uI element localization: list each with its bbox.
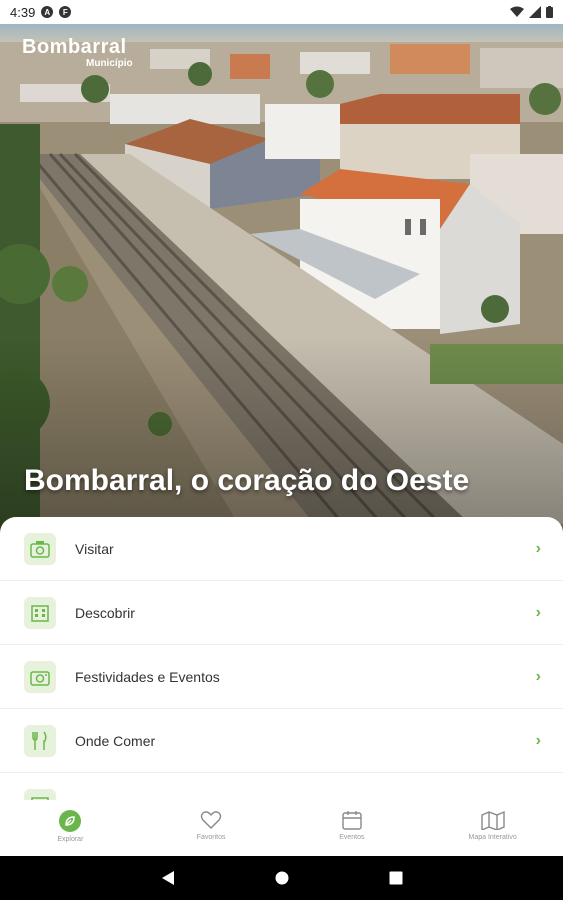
- signal-icon: [529, 6, 541, 18]
- menu-item-label: Descobrir: [75, 604, 135, 621]
- nav-explorar[interactable]: Explorar: [0, 800, 141, 856]
- battery-icon: [546, 6, 553, 18]
- nav-label: Favoritos: [196, 834, 226, 841]
- wifi-icon: [510, 6, 524, 17]
- heart-icon: [200, 811, 222, 829]
- chevron-right-icon: ›: [535, 731, 541, 749]
- hero-title: Bombarral, o coração do Oeste: [24, 464, 470, 497]
- menu-item-label: Festividades e Eventos: [75, 668, 220, 685]
- photo-camera-icon: [24, 532, 56, 565]
- menu-item-visitar[interactable]: Visitar ›: [0, 517, 563, 581]
- nav-label: Eventos: [339, 834, 365, 841]
- building-icon: [24, 596, 56, 629]
- menu-item-festividades[interactable]: Festividades e Eventos ›: [0, 645, 563, 709]
- hero-banner: Bombarral Município Bombarral, o coração…: [0, 24, 563, 544]
- bottom-navigation: Explorar Favoritos Eventos Mapa Interati…: [0, 800, 563, 856]
- municipality-logo: Bombarral Município: [22, 36, 133, 69]
- camera-icon: [24, 660, 56, 693]
- nav-mapa-interativo[interactable]: Mapa Interativo: [422, 800, 563, 856]
- nav-eventos[interactable]: Eventos: [282, 800, 423, 856]
- menu-item-onde-comer[interactable]: Onde Comer ›: [0, 709, 563, 773]
- calendar-icon: [342, 811, 362, 830]
- logo-brand: Bombarral: [22, 36, 127, 58]
- menu-item-label: Visitar: [75, 540, 114, 557]
- back-icon[interactable]: [161, 870, 175, 886]
- nav-label: Explorar: [57, 836, 84, 843]
- status-time: 4:39: [10, 4, 36, 20]
- menu-list: Visitar › Descobrir › Festividades e Eve…: [0, 517, 563, 817]
- notification-icon: A: [41, 6, 54, 18]
- nav-label: Mapa Interativo: [468, 834, 517, 841]
- menu-item-descobrir[interactable]: Descobrir ›: [0, 581, 563, 645]
- chevron-right-icon: ›: [535, 539, 541, 557]
- chevron-right-icon: ›: [535, 603, 541, 621]
- system-navigation-bar: [0, 856, 563, 900]
- nav-favoritos[interactable]: Favoritos: [141, 800, 282, 856]
- notification-icon: F: [59, 6, 72, 18]
- status-bar: 4:39 A F: [0, 0, 563, 24]
- recents-icon[interactable]: [389, 871, 403, 885]
- map-icon: [480, 810, 505, 830]
- menu-item-label: Onde Comer: [75, 732, 156, 749]
- cutlery-icon: [24, 724, 56, 757]
- home-icon[interactable]: [275, 871, 289, 885]
- leaf-icon: [59, 810, 82, 832]
- chevron-right-icon: ›: [535, 667, 541, 685]
- logo-subtitle: Município: [86, 58, 133, 69]
